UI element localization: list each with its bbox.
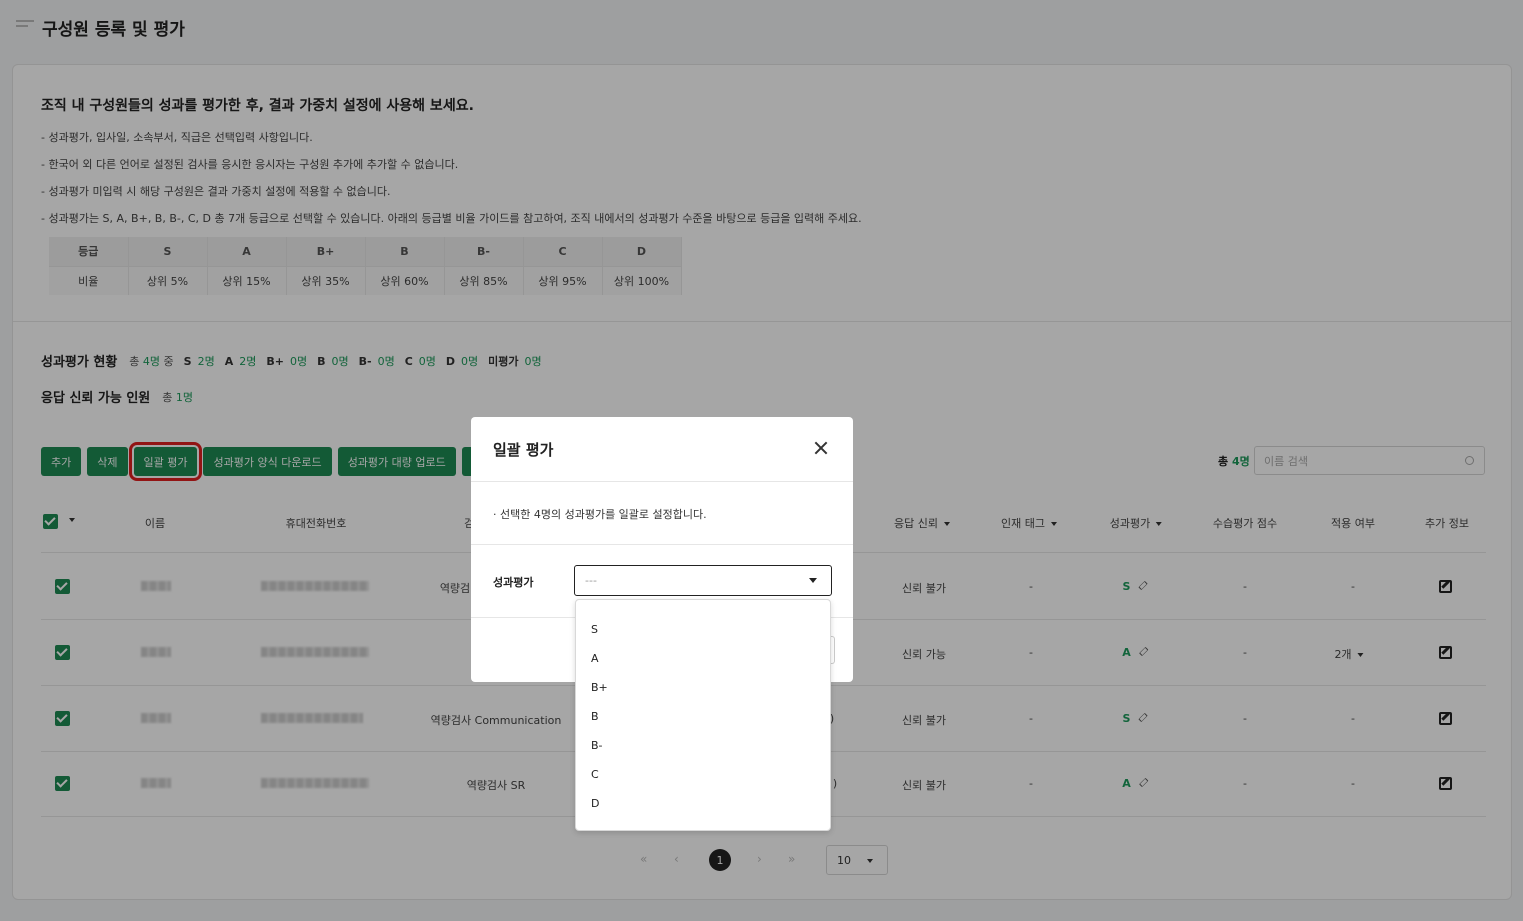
- caret-down-icon: [809, 578, 817, 583]
- dropdown-option[interactable]: C: [576, 760, 830, 789]
- evaluation-field-label: 성과평가: [493, 576, 534, 589]
- dropdown-option[interactable]: A: [576, 644, 830, 673]
- modal-divider: [471, 481, 853, 482]
- dropdown-option[interactable]: B-: [576, 731, 830, 760]
- dropdown-option[interactable]: B+: [576, 673, 830, 702]
- modal-divider: [471, 544, 853, 545]
- evaluation-dropdown: S A B+ B B- C D: [575, 599, 831, 831]
- modal-description: · 선택한 4명의 성과평가를 일괄로 설정합니다.: [493, 508, 707, 521]
- close-icon[interactable]: [812, 439, 830, 457]
- modal-title: 일괄 평가: [493, 441, 554, 459]
- select-value: ---: [585, 574, 597, 587]
- dropdown-option[interactable]: B: [576, 702, 830, 731]
- dropdown-option[interactable]: D: [576, 789, 830, 818]
- evaluation-select[interactable]: ---: [574, 565, 832, 596]
- dropdown-option[interactable]: S: [576, 615, 830, 644]
